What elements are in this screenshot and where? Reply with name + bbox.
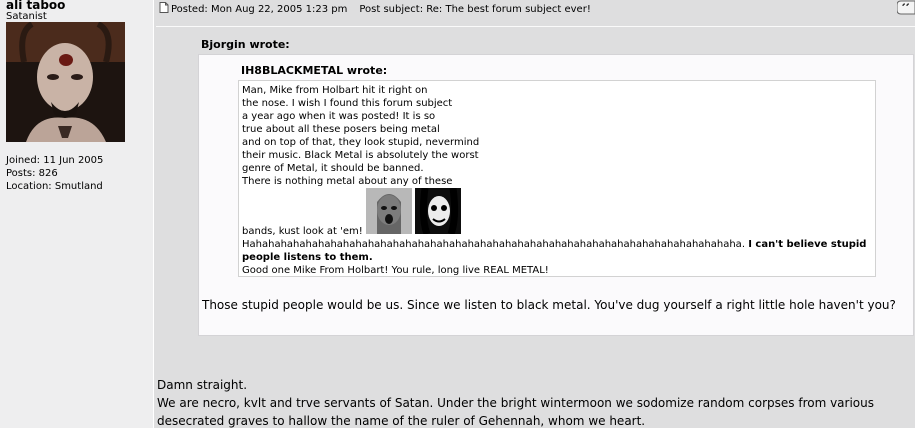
quote-line: true about all these posers being metal	[242, 124, 440, 135]
quote-author-ih8blackmetal: IH8BLACKMETAL wrote:	[241, 64, 388, 77]
quote-line: genre of Metal, it should be banned.	[242, 163, 424, 174]
laugh-text: Hahahahahahahahahahahahahahahahahahahaha…	[242, 239, 745, 250]
quote-line: a year ago when it was posted! It is so	[242, 111, 436, 122]
post-subject: Post subject: Re: The best forum subject…	[359, 4, 591, 15]
avatar	[6, 22, 125, 142]
bands-line: bands, kust look at 'em!	[242, 187, 872, 238]
message-line: We are necro, kvlt and trve servants of …	[157, 396, 875, 410]
header-separator	[156, 26, 915, 27]
bjorgin-reply: Those stupid people would be us. Since w…	[202, 298, 896, 312]
inner-quote: Man, Mike from Holbart hit it right on t…	[238, 80, 876, 277]
band-photo-1	[365, 188, 412, 234]
post-message: Damn straight. We are necro, kvlt and tr…	[157, 376, 915, 430]
user-profile-column: ali taboo Satanist Joined: 11 Jun 2005 P…	[0, 0, 153, 428]
quote-line: Man, Mike from Holbart hit it right on	[242, 85, 428, 96]
post-header: Posted: Mon Aug 22, 2005 1:23 pm Post sub…	[159, 2, 591, 18]
laugh-line: Hahahahahahahahahahahahahahahahahahahaha…	[242, 238, 872, 264]
bands-text: bands, kust look at 'em!	[242, 226, 363, 237]
outer-quote: IH8BLACKMETAL wrote: Man, Mike from Holb…	[198, 54, 914, 336]
quote-line: There is nothing metal about any of thes…	[242, 176, 453, 187]
message-line: Damn straight.	[157, 378, 248, 392]
quote-line: their music. Black Metal is absolutely t…	[242, 150, 479, 161]
user-rank: Satanist	[6, 11, 47, 22]
user-location: Location: Smutland	[6, 181, 103, 192]
quote-button-icon[interactable]	[896, 0, 915, 20]
band-photos	[365, 187, 462, 238]
post-date: Posted: Mon Aug 22, 2005 1:23 pm	[171, 4, 348, 15]
user-joined: Joined: 11 Jun 2005	[6, 155, 104, 166]
closing-line: Good one Mike From Holbart! You rule, lo…	[242, 265, 549, 276]
quote-line: the nose. I wish I found this forum subj…	[242, 98, 453, 109]
user-posts: Posts: 826	[6, 168, 58, 179]
quote-author-bjorgin: Bjorgin wrote:	[201, 38, 290, 51]
band-photo-2	[415, 187, 462, 236]
user-details: Joined: 11 Jun 2005 Posts: 826 Location:…	[6, 154, 103, 193]
post-body-column: Posted: Mon Aug 22, 2005 1:23 pm Post sub…	[154, 0, 915, 428]
post-doc-icon[interactable]	[159, 2, 169, 19]
quote-line: and on top of that, they look stupid, ne…	[242, 137, 480, 148]
message-line: desecrated graves to hallow the name of …	[157, 414, 646, 428]
